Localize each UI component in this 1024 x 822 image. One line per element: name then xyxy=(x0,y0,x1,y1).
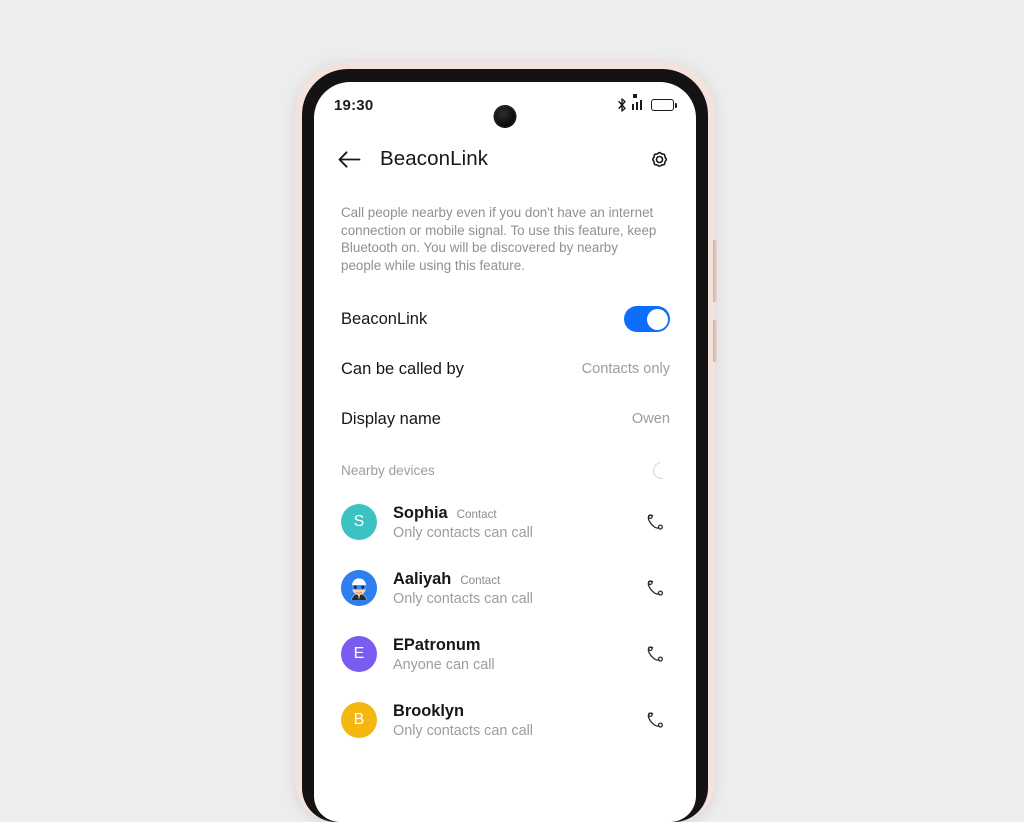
nearby-devices-list: S Sophia Contact Only contacts can call xyxy=(314,485,696,753)
avatar-initial: B xyxy=(353,711,365,728)
list-item[interactable]: S Sophia Contact Only contacts can call xyxy=(341,489,670,555)
status-bar: 19:30 xyxy=(314,82,696,128)
list-item-text: EPatronum Anyone can call xyxy=(393,636,495,673)
beaconlink-toggle[interactable] xyxy=(624,306,670,332)
signal-indicator-dot xyxy=(632,94,637,98)
phone-bezel: 19:30 BeaconLink Call people nearby even… xyxy=(302,69,708,822)
signal-icon xyxy=(631,94,647,110)
settings-row-can-be-called-by[interactable]: Can be called by Contacts only xyxy=(341,344,670,394)
settings-row-beaconlink[interactable]: BeaconLink xyxy=(341,294,670,344)
settings-row-can-be-called-by-label: Can be called by xyxy=(341,359,464,378)
page-title: BeaconLink xyxy=(380,147,489,170)
list-item-text: Sophia Contact Only contacts can call xyxy=(393,504,533,541)
device-subtitle: Only contacts can call xyxy=(393,722,533,739)
status-bar-time: 19:30 xyxy=(334,96,374,114)
avatar: B xyxy=(341,702,377,738)
list-item[interactable]: Aaliyah Contact Only contacts can call xyxy=(341,555,670,621)
list-item-text: Aaliyah Contact Only contacts can call xyxy=(393,570,533,607)
status-bar-icons xyxy=(617,94,677,112)
avatar: S xyxy=(341,504,377,540)
device-subtitle: Anyone can call xyxy=(393,656,495,673)
device-name: Sophia xyxy=(393,503,448,522)
phone-call-icon[interactable] xyxy=(640,507,670,537)
phone-call-icon[interactable] xyxy=(640,639,670,669)
settings-row-beaconlink-label: BeaconLink xyxy=(341,309,428,328)
phone-call-icon[interactable] xyxy=(640,573,670,603)
nearby-devices-title: Nearby devices xyxy=(341,463,435,478)
status-badge: Contact xyxy=(460,573,501,587)
back-arrow-icon[interactable] xyxy=(334,144,364,174)
device-name: EPatronum xyxy=(393,635,481,654)
device-name: Brooklyn xyxy=(393,701,465,720)
device-subtitle: Only contacts can call xyxy=(393,590,533,607)
device-subtitle: Only contacts can call xyxy=(393,524,533,541)
loading-spinner-icon xyxy=(649,458,674,483)
settings-row-display-name-label: Display name xyxy=(341,409,441,428)
avatar xyxy=(341,570,377,606)
avatar-illustration xyxy=(341,570,377,606)
avatar-initial: E xyxy=(353,645,365,662)
list-item-text: Brooklyn Only contacts can call xyxy=(393,702,533,739)
status-badge: Contact xyxy=(456,507,497,521)
settings-row-display-name-value: Owen xyxy=(631,411,670,427)
gear-icon[interactable] xyxy=(644,144,674,174)
list-item[interactable]: B Brooklyn Only contacts can call xyxy=(341,687,670,753)
nearby-devices-header: Nearby devices xyxy=(314,444,696,485)
app-bar: BeaconLink xyxy=(314,128,696,190)
volume-button[interactable] xyxy=(713,240,717,302)
phone-device: 19:30 BeaconLink Call people nearby even… xyxy=(295,62,717,822)
settings-row-can-be-called-by-value: Contacts only xyxy=(581,361,670,377)
list-item[interactable]: E EPatronum Anyone can call xyxy=(341,621,670,687)
settings-list: BeaconLink Can be called by Contacts onl… xyxy=(314,294,696,444)
battery-icon xyxy=(651,99,677,111)
device-name: Aaliyah xyxy=(393,569,452,588)
avatar-initial: S xyxy=(353,513,365,530)
front-camera-punch-hole xyxy=(494,106,516,127)
settings-row-display-name[interactable]: Display name Owen xyxy=(341,394,670,444)
feature-description: Call people nearby even if you don't hav… xyxy=(341,205,657,273)
toggle-knob xyxy=(646,308,668,330)
phone-screen: 19:30 BeaconLink Call people nearby even… xyxy=(314,82,696,822)
bluetooth-icon xyxy=(617,98,627,112)
phone-call-icon[interactable] xyxy=(640,705,670,735)
avatar: E xyxy=(341,636,377,672)
power-button[interactable] xyxy=(713,320,717,362)
